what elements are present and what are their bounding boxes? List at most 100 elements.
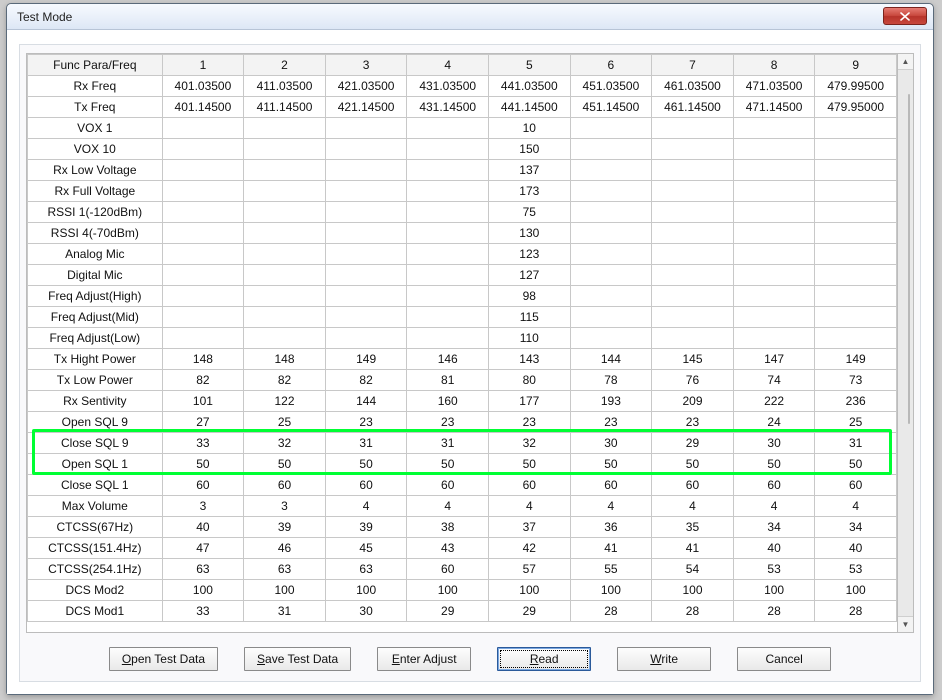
data-cell[interactable]: 4 [733, 496, 815, 517]
data-cell[interactable]: 82 [162, 370, 244, 391]
data-cell[interactable]: 39 [325, 517, 407, 538]
data-cell[interactable]: 23 [407, 412, 489, 433]
data-cell[interactable]: 60 [815, 475, 897, 496]
data-cell[interactable]: 100 [570, 580, 652, 601]
data-cell[interactable]: 3 [244, 496, 326, 517]
data-cell[interactable] [244, 265, 326, 286]
data-cell[interactable]: 461.14500 [652, 97, 734, 118]
data-cell[interactable]: 34 [815, 517, 897, 538]
data-cell[interactable] [815, 307, 897, 328]
data-cell[interactable] [325, 223, 407, 244]
data-cell[interactable] [815, 160, 897, 181]
data-cell[interactable]: 50 [407, 454, 489, 475]
data-cell[interactable]: 137 [489, 160, 571, 181]
data-cell[interactable]: 53 [815, 559, 897, 580]
data-cell[interactable]: 30 [570, 433, 652, 454]
data-cell[interactable] [570, 139, 652, 160]
data-cell[interactable] [570, 265, 652, 286]
data-cell[interactable] [570, 307, 652, 328]
data-cell[interactable]: 37 [489, 517, 571, 538]
data-cell[interactable]: 24 [733, 412, 815, 433]
data-cell[interactable]: 50 [815, 454, 897, 475]
data-cell[interactable]: 42 [489, 538, 571, 559]
data-cell[interactable]: 38 [407, 517, 489, 538]
data-cell[interactable]: 4 [407, 496, 489, 517]
data-cell[interactable]: 144 [570, 349, 652, 370]
vertical-scrollbar[interactable]: ▲ ▼ [898, 53, 914, 633]
data-cell[interactable] [815, 118, 897, 139]
table-row[interactable]: Tx Hight Power14814814914614314414514714… [28, 349, 897, 370]
data-cell[interactable] [325, 181, 407, 202]
data-cell[interactable]: 60 [652, 475, 734, 496]
data-cell[interactable]: 122 [244, 391, 326, 412]
close-button[interactable] [883, 7, 927, 25]
data-cell[interactable] [244, 139, 326, 160]
table-row[interactable]: Freq Adjust(Low)110 [28, 328, 897, 349]
data-cell[interactable]: 30 [733, 433, 815, 454]
data-cell[interactable]: 31 [815, 433, 897, 454]
table-row[interactable]: CTCSS(151.4Hz)474645434241414040 [28, 538, 897, 559]
data-cell[interactable] [570, 328, 652, 349]
data-cell[interactable]: 177 [489, 391, 571, 412]
data-cell[interactable]: 82 [325, 370, 407, 391]
data-cell[interactable]: 60 [325, 475, 407, 496]
data-cell[interactable] [407, 244, 489, 265]
write-button[interactable]: Write [617, 647, 711, 671]
data-cell[interactable]: 50 [244, 454, 326, 475]
scroll-thumb[interactable] [908, 94, 910, 424]
data-cell[interactable]: 149 [325, 349, 407, 370]
data-cell[interactable] [162, 223, 244, 244]
data-cell[interactable]: 25 [815, 412, 897, 433]
data-cell[interactable] [325, 202, 407, 223]
data-cell[interactable]: 82 [244, 370, 326, 391]
data-cell[interactable] [244, 244, 326, 265]
data-cell[interactable]: 431.14500 [407, 97, 489, 118]
data-cell[interactable] [162, 286, 244, 307]
data-cell[interactable]: 80 [489, 370, 571, 391]
data-cell[interactable]: 160 [407, 391, 489, 412]
data-cell[interactable]: 173 [489, 181, 571, 202]
data-cell[interactable] [407, 265, 489, 286]
data-cell[interactable]: 78 [570, 370, 652, 391]
data-cell[interactable] [162, 307, 244, 328]
data-cell[interactable]: 50 [570, 454, 652, 475]
data-cell[interactable]: 149 [815, 349, 897, 370]
data-cell[interactable]: 29 [652, 433, 734, 454]
data-cell[interactable] [652, 307, 734, 328]
data-cell[interactable]: 32 [489, 433, 571, 454]
data-cell[interactable]: 471.03500 [733, 76, 815, 97]
data-cell[interactable]: 34 [733, 517, 815, 538]
data-cell[interactable] [733, 328, 815, 349]
data-cell[interactable]: 32 [244, 433, 326, 454]
data-cell[interactable] [652, 223, 734, 244]
data-cell[interactable] [733, 286, 815, 307]
table-row[interactable]: Tx Low Power828282818078767473 [28, 370, 897, 391]
open-test-data-button[interactable]: Open Test Data [109, 647, 218, 671]
data-cell[interactable] [652, 286, 734, 307]
data-cell[interactable] [325, 160, 407, 181]
data-cell[interactable]: 100 [407, 580, 489, 601]
data-cell[interactable]: 28 [815, 601, 897, 622]
data-cell[interactable]: 28 [652, 601, 734, 622]
data-cell[interactable]: 421.03500 [325, 76, 407, 97]
data-cell[interactable] [570, 286, 652, 307]
data-cell[interactable] [570, 223, 652, 244]
data-cell[interactable]: 411.03500 [244, 76, 326, 97]
data-cell[interactable] [162, 202, 244, 223]
data-cell[interactable]: 4 [489, 496, 571, 517]
data-cell[interactable] [162, 265, 244, 286]
data-cell[interactable] [733, 223, 815, 244]
data-cell[interactable]: 115 [489, 307, 571, 328]
data-cell[interactable] [407, 139, 489, 160]
data-cell[interactable]: 143 [489, 349, 571, 370]
data-cell[interactable]: 236 [815, 391, 897, 412]
scroll-down-arrow[interactable]: ▼ [898, 616, 913, 632]
data-cell[interactable]: 63 [325, 559, 407, 580]
data-cell[interactable] [407, 181, 489, 202]
table-row[interactable]: CTCSS(67Hz)403939383736353434 [28, 517, 897, 538]
data-cell[interactable]: 100 [733, 580, 815, 601]
data-cell[interactable] [162, 181, 244, 202]
data-cell[interactable] [652, 202, 734, 223]
data-cell[interactable]: 100 [325, 580, 407, 601]
data-cell[interactable]: 4 [652, 496, 734, 517]
